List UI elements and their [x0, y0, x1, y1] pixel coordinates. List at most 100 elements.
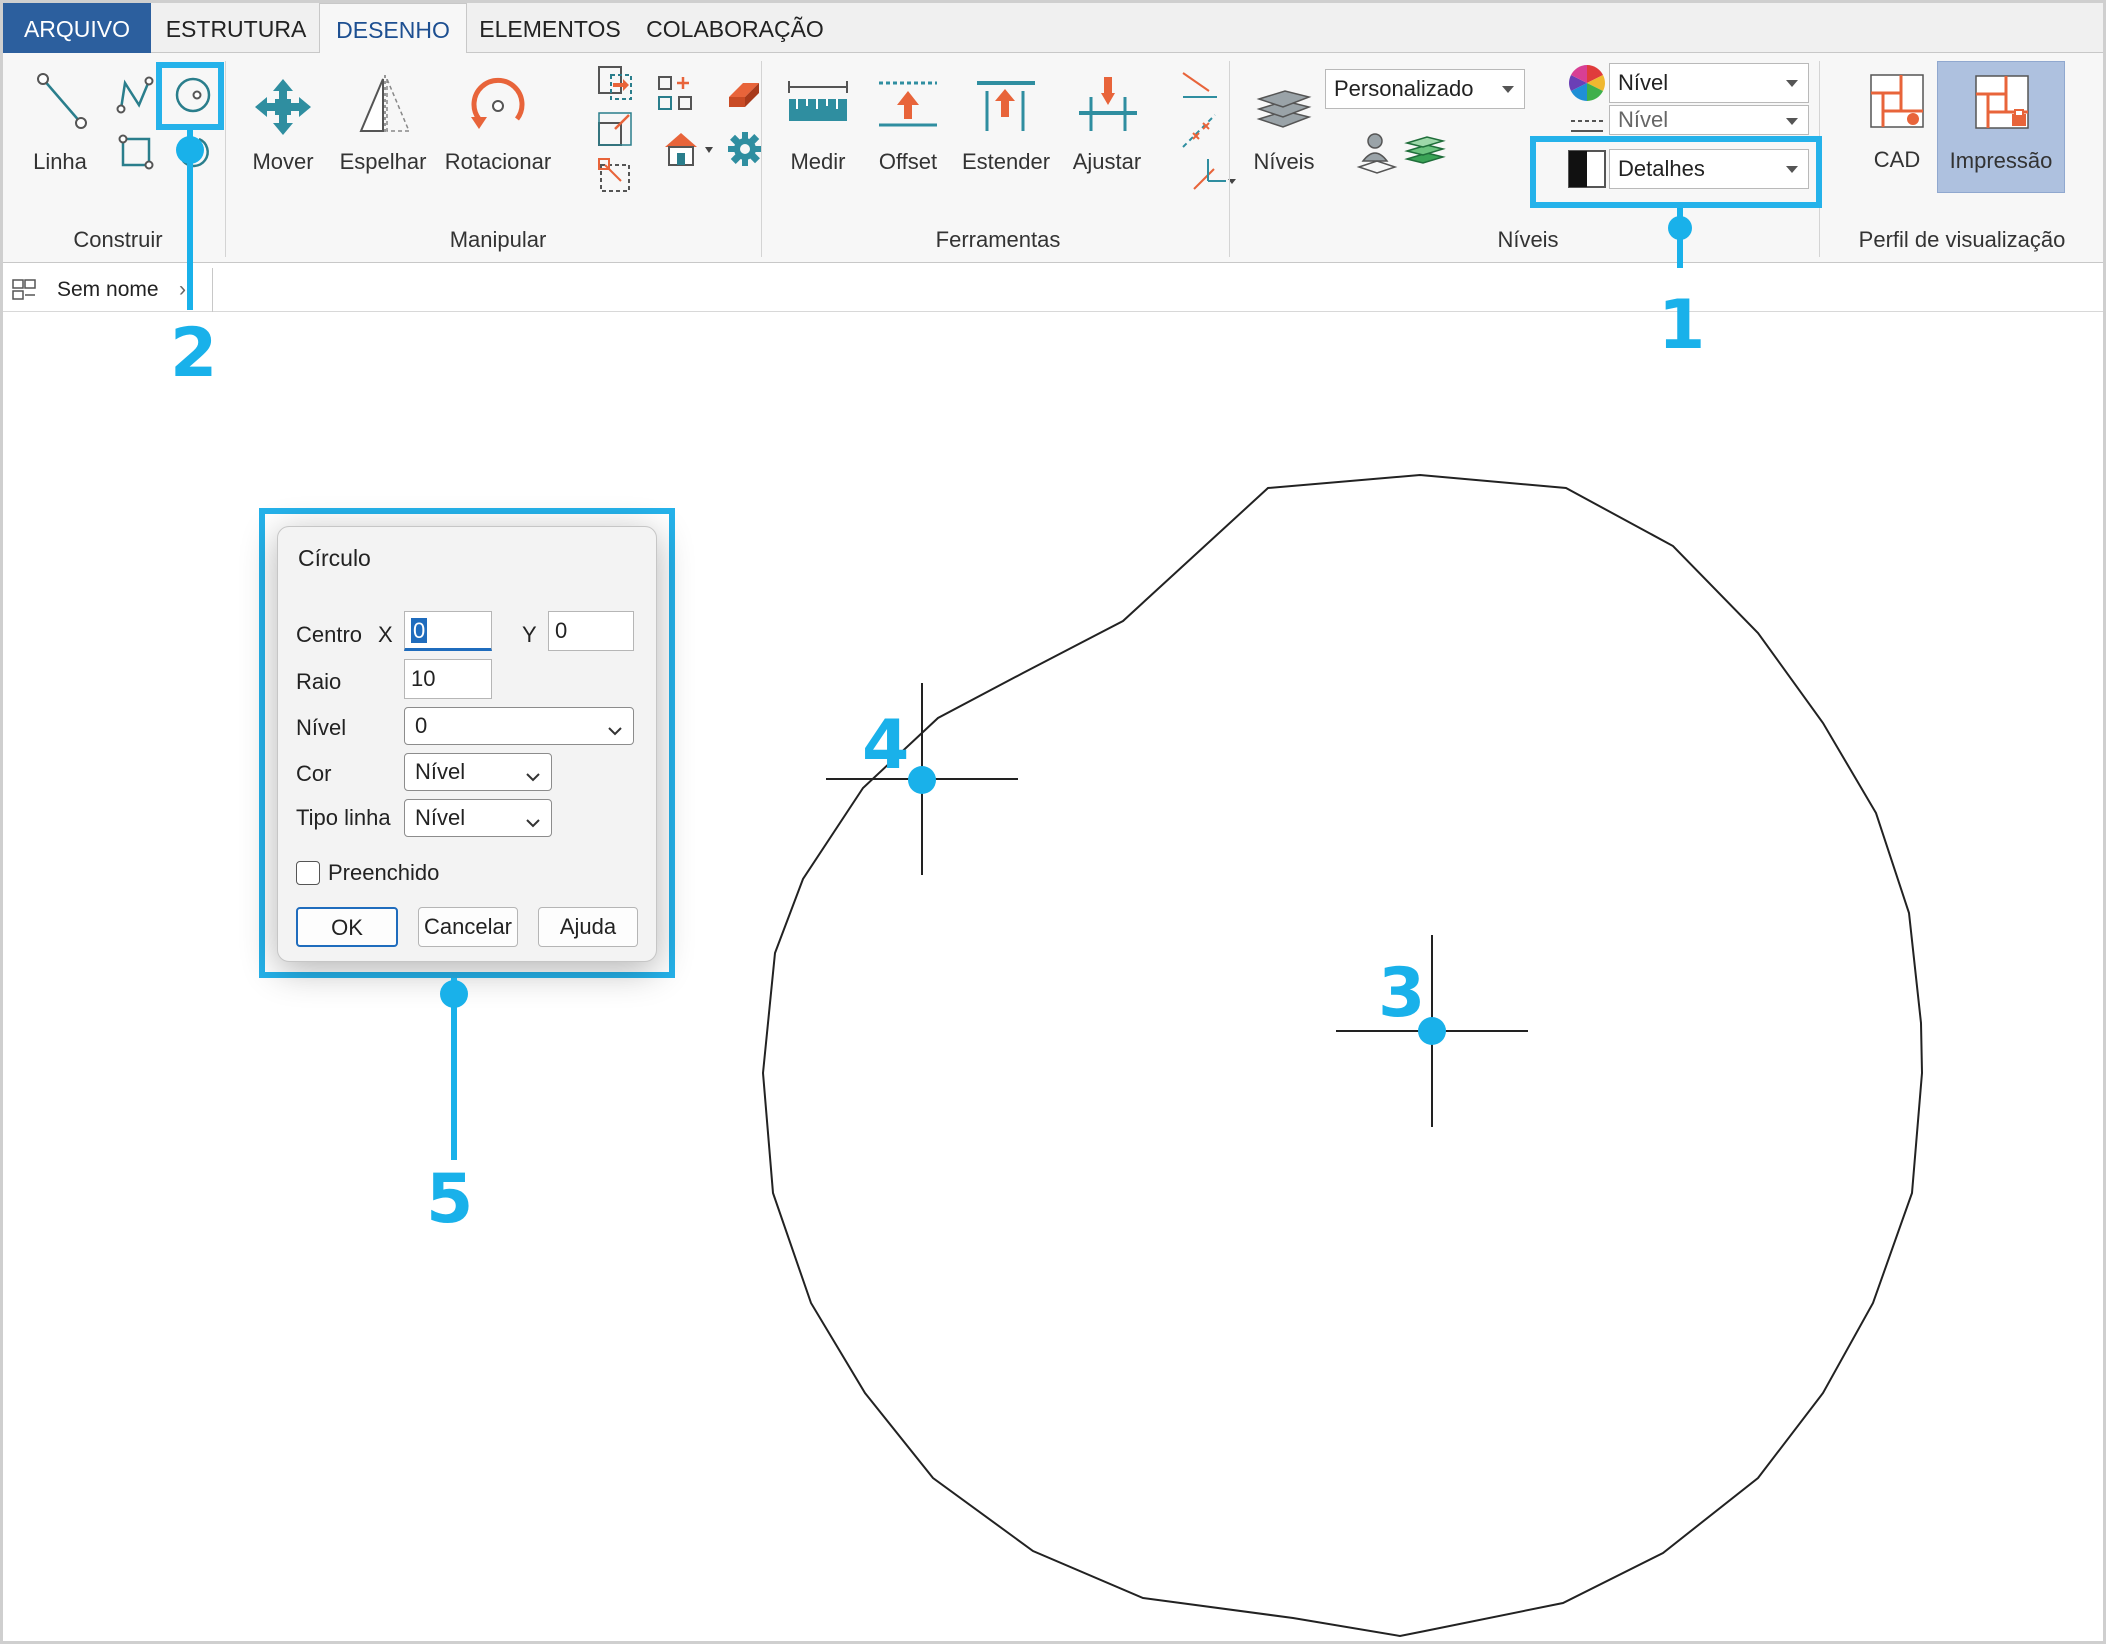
group-separator — [225, 61, 226, 257]
level-state-button[interactable] — [1381, 133, 1446, 173]
radius-input[interactable]: 10 — [404, 659, 492, 699]
detail-selector-highlight-box — [1530, 136, 1822, 208]
chevron-down-icon — [1786, 80, 1798, 87]
line-button[interactable]: Linha — [15, 63, 105, 183]
group-title-niveis: Níveis — [1497, 227, 1559, 252]
color-button[interactable] — [1543, 61, 1605, 105]
trim-button[interactable]: Ajustar — [1059, 63, 1155, 183]
chevron-down-icon — [1786, 118, 1798, 125]
move-icon — [253, 77, 313, 137]
document-tabbar: Sem nome › — [3, 264, 2103, 312]
measure-icon — [785, 79, 851, 129]
cad-profile-button[interactable]: CAD — [1849, 61, 1945, 193]
center-y-input[interactable]: 0 — [548, 611, 634, 651]
move-button-label: Mover — [252, 149, 314, 174]
group-separator — [761, 61, 762, 257]
level-preset-select[interactable]: Personalizado — [1325, 69, 1525, 109]
callout-2-number: 2 — [170, 314, 218, 393]
tab-elementos[interactable]: ELEMENTOS — [475, 3, 625, 53]
nivel-label: Nível — [296, 715, 347, 740]
block-button[interactable] — [633, 129, 713, 169]
extend-button-label: Estender — [961, 149, 1051, 174]
polyline-button[interactable] — [113, 73, 157, 117]
rotate-icon — [467, 75, 529, 137]
mirror-icon — [355, 73, 415, 137]
print-profile-label: Impressão — [1949, 148, 2053, 173]
offset-button[interactable]: Offset — [863, 63, 953, 183]
tab-estrutura[interactable]: ESTRUTURA — [161, 3, 311, 53]
circle-tool-highlight-box — [156, 62, 224, 130]
linetype-value: Nível — [1618, 107, 1669, 132]
polyline-icon — [115, 75, 155, 115]
callout-1-number: 1 — [1658, 286, 1706, 365]
offset-button-label: Offset — [878, 149, 938, 174]
chevron-down-icon — [1502, 86, 1514, 93]
erase-button[interactable] — [703, 75, 759, 111]
help-button[interactable]: Ajuda — [538, 907, 638, 947]
rotate-button-label: Rotacionar — [444, 149, 552, 174]
level-select[interactable]: 0 — [404, 707, 634, 745]
break-icon — [1179, 111, 1219, 151]
layers-green-icon — [1403, 133, 1447, 173]
chevron-right-icon: › — [179, 278, 186, 301]
axis-icon — [1186, 155, 1240, 195]
line-icon — [35, 71, 89, 131]
scale-button[interactable] — [575, 109, 632, 149]
chevron-down-icon — [523, 762, 543, 798]
rotate-button[interactable]: Rotacionar — [435, 63, 561, 183]
radius-value: 10 — [411, 666, 436, 691]
crosshair-center-point — [1336, 935, 1528, 1127]
arc-button[interactable] — [171, 129, 215, 173]
document-tab-label: Sem nome — [57, 278, 159, 301]
center-x-input[interactable]: 0 — [404, 611, 492, 651]
tab-colaboracao[interactable]: COLABORAÇÃO — [635, 3, 835, 53]
level-manager-button[interactable] — [1333, 131, 1398, 175]
cad-profile-label: CAD — [1873, 147, 1921, 172]
fillet-icon — [1179, 67, 1219, 107]
tab-arquivo[interactable]: ARQUIVO — [3, 3, 151, 53]
mirror-button-label: Espelhar — [339, 149, 427, 174]
array-button[interactable] — [633, 73, 692, 113]
axis-button[interactable] — [1159, 155, 1236, 195]
eraser-icon — [723, 75, 763, 111]
linetype-select[interactable]: Nível — [1609, 105, 1809, 135]
extend-button[interactable]: Estender — [953, 63, 1059, 183]
y-label: Y — [522, 622, 537, 647]
tab-desenho[interactable]: DESENHO — [319, 3, 467, 54]
trim-icon — [1077, 75, 1139, 133]
color-value: Nível — [1618, 70, 1669, 95]
print-profile-icon — [1972, 72, 2032, 132]
mirror-button[interactable]: Espelhar — [333, 63, 433, 183]
document-tab[interactable]: Sem nome › — [3, 268, 213, 312]
cancel-button[interactable]: Cancelar — [418, 907, 518, 947]
linetype-select-dialog[interactable]: Nível — [404, 799, 552, 837]
measure-button[interactable]: Medir — [773, 63, 863, 183]
document-icon — [11, 278, 39, 302]
color-select[interactable]: Nível — [1609, 63, 1809, 103]
group-title-manipular: Manipular — [449, 227, 547, 252]
dialog-title: Círculo — [298, 545, 371, 571]
levels-button-label: Níveis — [1253, 149, 1315, 174]
group-title-construir: Construir — [73, 227, 163, 252]
chevron-down-icon — [605, 716, 625, 752]
center-y-value: 0 — [555, 618, 568, 643]
break-button[interactable] — [1159, 111, 1216, 151]
preenchido-checkbox[interactable] — [296, 861, 320, 885]
arc-icon — [173, 131, 213, 171]
layers-icon — [1255, 87, 1313, 131]
print-profile-button[interactable]: Impressão — [1937, 61, 2065, 193]
levels-button[interactable]: Níveis — [1241, 63, 1327, 183]
group-title-ferramentas: Ferramentas — [935, 227, 1061, 252]
scale-icon — [595, 109, 635, 149]
copy-move-button[interactable] — [575, 63, 632, 103]
move-button[interactable]: Mover — [235, 63, 331, 183]
ok-button[interactable]: OK — [296, 907, 398, 947]
color-select-dialog[interactable]: Nível — [404, 753, 552, 791]
fillet-button[interactable] — [1159, 67, 1217, 107]
rectangle-button[interactable] — [113, 129, 157, 173]
rectangle-icon — [115, 131, 155, 171]
circle-dialog: Círculo Centro X 0 Y 0 Raio 10 Nível 0 C… — [277, 526, 657, 962]
crosshair-radius-point — [826, 683, 1018, 875]
stretch-button[interactable] — [575, 155, 630, 195]
properties-button[interactable] — [705, 129, 762, 169]
